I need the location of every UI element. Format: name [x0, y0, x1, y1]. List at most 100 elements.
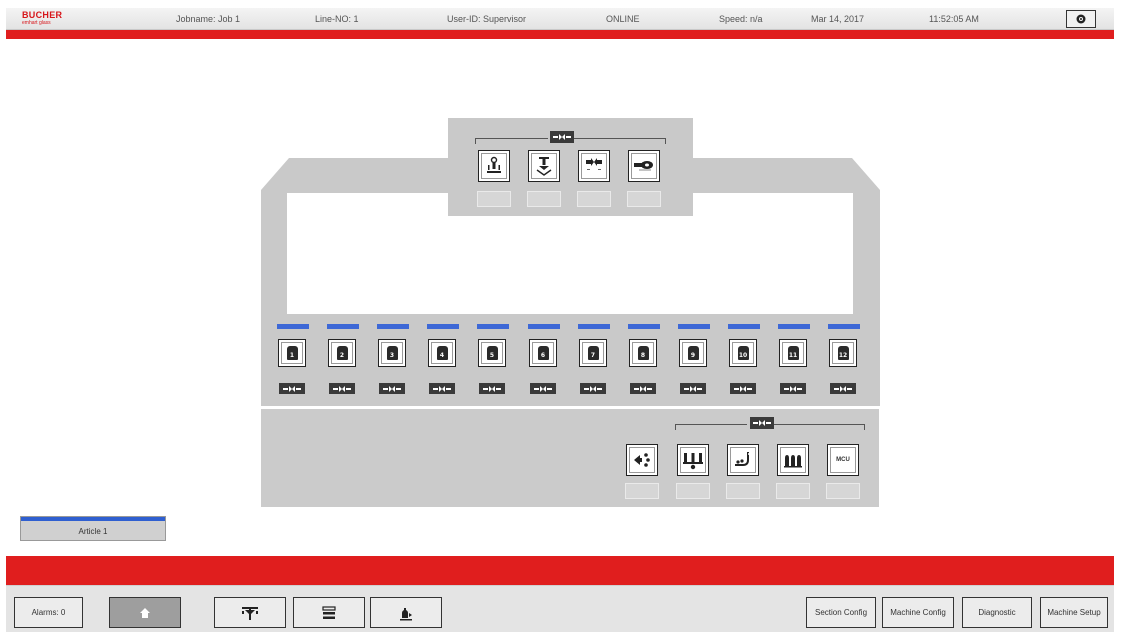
section-3-control[interactable] [379, 383, 405, 394]
mcu-button[interactable]: MCU [827, 444, 859, 476]
left-right-arrows-icon [534, 385, 552, 392]
section-8-control[interactable] [630, 383, 656, 394]
alarms-button[interactable]: Alarms: 0 [14, 597, 83, 628]
section-6-control[interactable] [530, 383, 556, 394]
section-10-control[interactable] [730, 383, 756, 394]
left-right-arrows-icon [483, 385, 501, 392]
section-label: 7 [587, 346, 599, 360]
section-4-button[interactable]: 4 [428, 339, 456, 367]
section-8-status-bar [628, 324, 660, 329]
section-12-button[interactable]: 12 [829, 339, 857, 367]
top-slot-2 [527, 191, 561, 207]
section-2-control[interactable] [329, 383, 355, 394]
article-tab[interactable]: Article 1 [20, 516, 166, 541]
section-5-button[interactable]: 5 [478, 339, 506, 367]
pusher-button[interactable] [626, 444, 658, 476]
left-right-arrows-icon [684, 385, 702, 392]
section-5-control[interactable] [479, 383, 505, 394]
mcu-label: MCU [836, 457, 850, 463]
machine-config-label: Machine Config [890, 608, 946, 617]
section-9-status-bar [678, 324, 710, 329]
home-button[interactable] [109, 597, 181, 628]
section-label: 6 [537, 346, 549, 360]
left-right-arrows-icon [634, 385, 652, 392]
section-9-control[interactable] [680, 383, 706, 394]
shear-icon [536, 157, 552, 176]
delivery-button[interactable] [578, 150, 610, 182]
machine-setup-label: Machine Setup [1047, 608, 1101, 617]
top-unit-control[interactable] [550, 131, 574, 143]
pusher-icon [634, 453, 650, 467]
section-config-label: Section Config [814, 608, 868, 617]
diagnostic-label: Diagnostic [978, 608, 1016, 617]
bottle-weight-button[interactable] [370, 597, 442, 628]
settings-list-icon [322, 605, 336, 619]
section-12-control[interactable] [830, 383, 856, 394]
section-6-button[interactable]: 6 [529, 339, 557, 367]
shear-button[interactable] [528, 150, 560, 182]
section-1-control[interactable] [279, 383, 305, 394]
machine-setup-button[interactable]: Machine Setup [1040, 597, 1108, 628]
left-right-arrows-icon [283, 385, 301, 392]
section-2-button[interactable]: 2 [328, 339, 356, 367]
home-icon [140, 607, 150, 618]
section-2-status-bar [327, 324, 359, 329]
section-10-status-bar [728, 324, 760, 329]
left-right-arrows-icon [333, 385, 351, 392]
feeder-button[interactable] [628, 150, 660, 182]
bottom-slot-4 [776, 483, 810, 499]
section-12-status-bar [828, 324, 860, 329]
mold-cooling-button[interactable] [677, 444, 709, 476]
section-label: 1 [286, 346, 298, 360]
section-1-status-bar [277, 324, 309, 329]
bottles-icon [784, 455, 802, 468]
section-11-control[interactable] [780, 383, 806, 394]
section-3-button[interactable]: 3 [378, 339, 406, 367]
section-9-button[interactable]: 9 [679, 339, 707, 367]
left-right-arrows-icon [383, 385, 401, 392]
section-label: 12 [837, 346, 849, 360]
section-8-button[interactable]: 8 [629, 339, 657, 367]
conveyor-icon [735, 452, 750, 466]
timing-button[interactable] [214, 597, 286, 628]
section-label: 8 [637, 346, 649, 360]
alarm-banner [6, 556, 1114, 585]
section-4-control[interactable] [429, 383, 455, 394]
top-slot-1 [477, 191, 511, 207]
bottom-slot-3 [726, 483, 760, 499]
bottom-slot-5 [826, 483, 860, 499]
section-11-button[interactable]: 11 [779, 339, 807, 367]
gob-distributor-button[interactable] [478, 150, 510, 182]
timing-icon [242, 606, 258, 620]
section-label: 2 [336, 346, 348, 360]
bottom-unit-control[interactable] [750, 417, 774, 429]
section-7-status-bar [578, 324, 610, 329]
machine-frame [261, 158, 880, 406]
diagnostic-button[interactable]: Diagnostic [962, 597, 1032, 628]
section-label: 9 [687, 346, 699, 360]
section-label: 11 [787, 346, 799, 360]
left-right-arrows-icon [433, 385, 451, 392]
left-right-arrows-icon [734, 385, 752, 392]
bottle-weight-icon [400, 607, 412, 620]
section-label: 10 [737, 346, 749, 360]
left-right-arrows-icon [584, 385, 602, 392]
section-7-button[interactable]: 7 [579, 339, 607, 367]
section-3-status-bar [377, 324, 409, 329]
section-5-status-bar [477, 324, 509, 329]
conveyor-button[interactable] [727, 444, 759, 476]
section-1-button[interactable]: 1 [278, 339, 306, 367]
footer-toolbar: Alarms: 0 Section Config Machine Config … [6, 585, 1114, 632]
bottom-slot-2 [676, 483, 710, 499]
machine-config-button[interactable]: Machine Config [882, 597, 954, 628]
left-right-arrows-icon [753, 420, 771, 426]
section-label: 4 [436, 346, 448, 360]
section-10-button[interactable]: 10 [729, 339, 757, 367]
left-right-arrows-icon [553, 134, 571, 140]
ware-bottles-button[interactable] [777, 444, 809, 476]
bottom-slot-1 [625, 483, 659, 499]
section-7-control[interactable] [580, 383, 606, 394]
alarms-label: Alarms: 0 [31, 608, 66, 617]
settings-list-button[interactable] [293, 597, 365, 628]
section-config-button[interactable]: Section Config [806, 597, 876, 628]
